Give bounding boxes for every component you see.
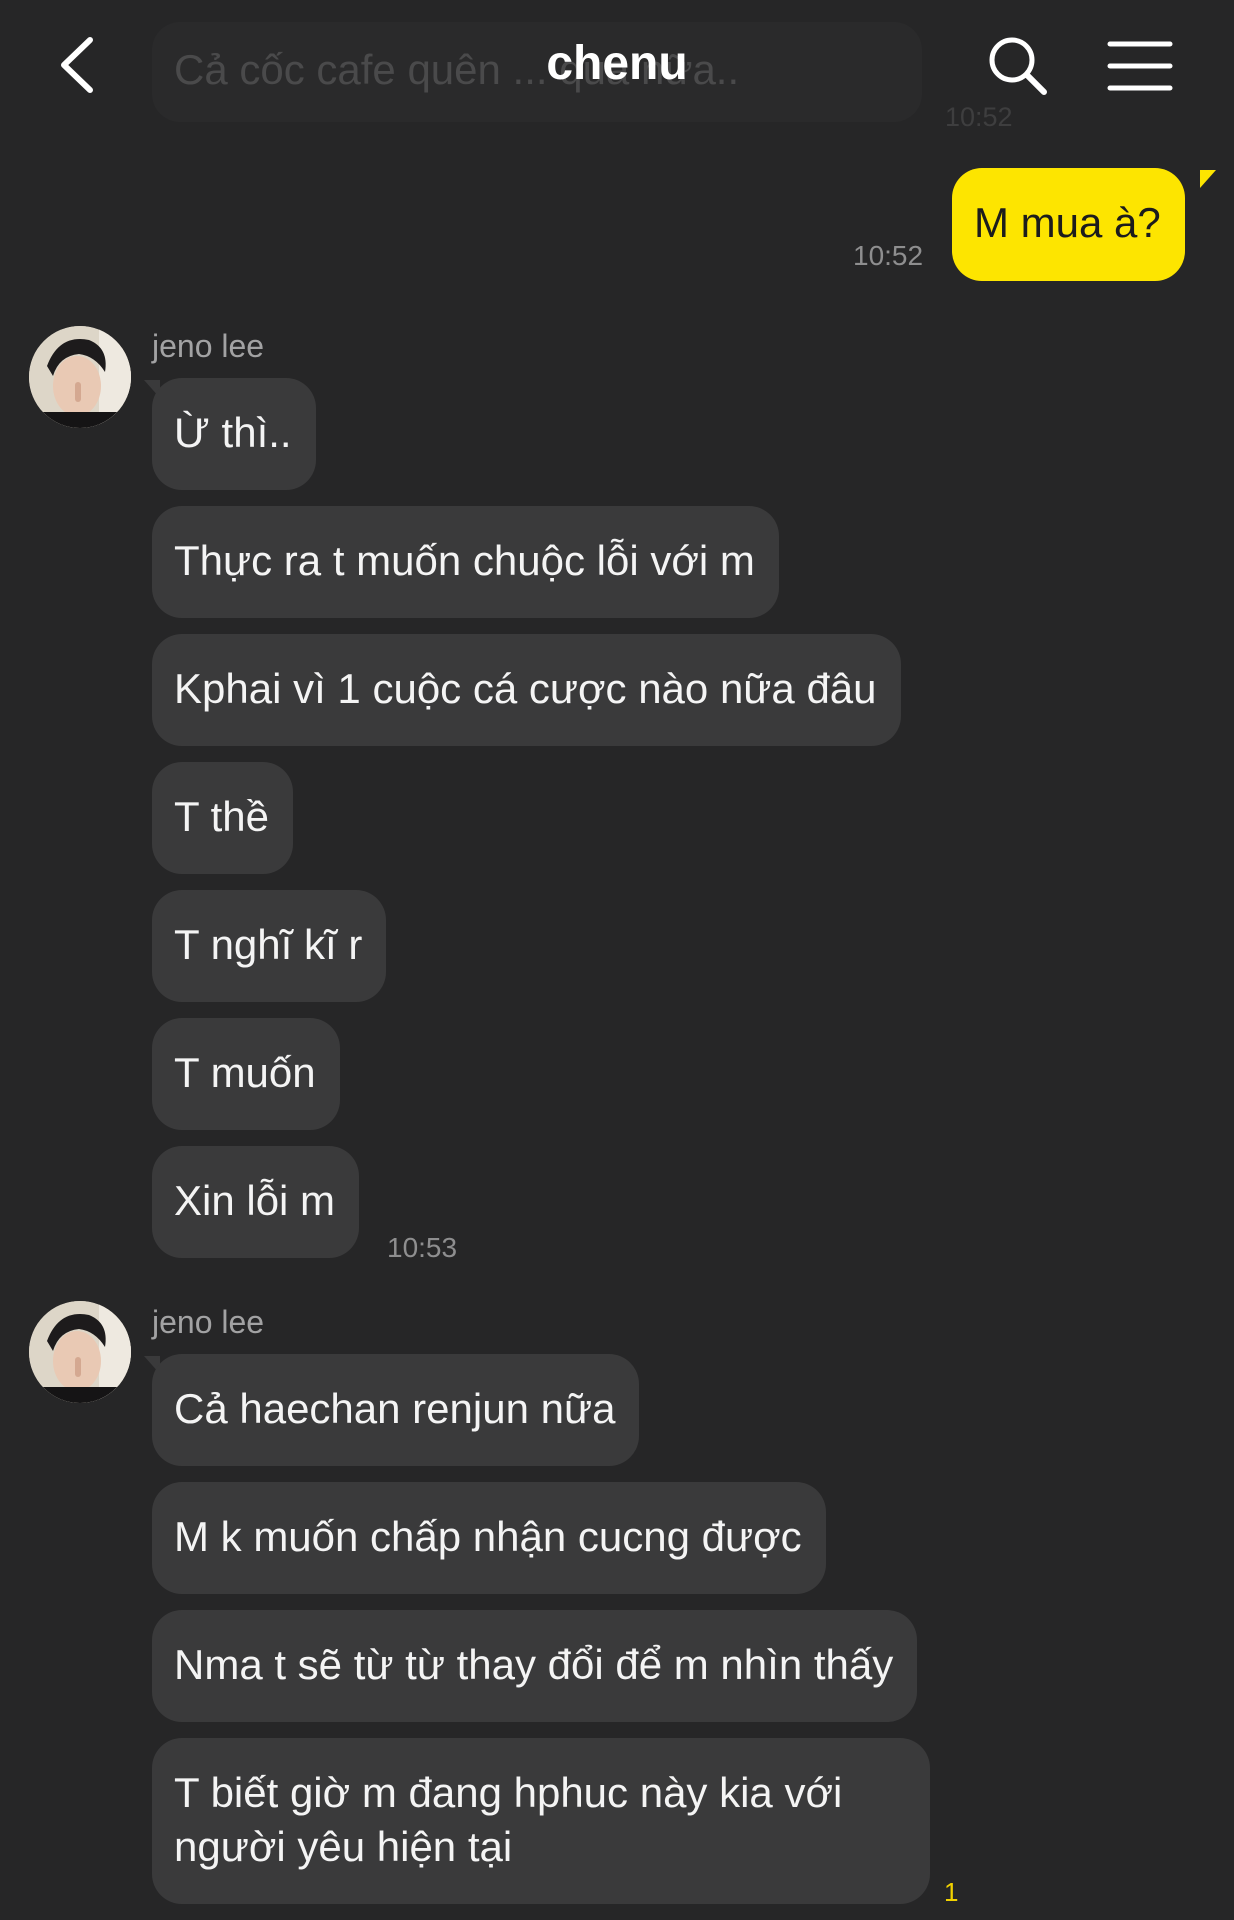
message-time: 10:53 [387,1232,458,1263]
incoming-message-bubble[interactable]: Kphai vì 1 cuộc cá cược nào nữa đâu [152,634,901,746]
profile-photo-icon [29,1301,131,1403]
incoming-message-bubble[interactable]: Cả haechan renjun nữa [152,1354,640,1466]
avatar[interactable] [29,326,131,428]
profile-photo-icon [29,326,131,428]
search-button[interactable] [982,30,1052,100]
incoming-message-bubble[interactable]: T nghĩ kĩ r [152,890,387,1002]
menu-button[interactable] [1100,30,1180,100]
incoming-message-bubble[interactable]: T biết giờ m đang hphuc này kia với ngườ… [152,1738,930,1904]
hamburger-menu-icon [1107,41,1173,91]
incoming-message-bubble[interactable]: Xin lỗi m [152,1146,360,1258]
incoming-message-bubble[interactable]: T thề [152,762,293,874]
avatar[interactable] [29,1301,131,1403]
ghost-message-time: 10:52 [945,102,1013,132]
outgoing-message-bubble[interactable]: M mua à? [952,168,1185,281]
incoming-message-bubble[interactable]: Thực ra t muốn chuộc lỗi với m [152,506,779,618]
incoming-message-bubble[interactable]: Ừ thì.. [152,378,316,490]
unread-count: 1 [944,1877,959,1907]
search-icon [989,37,1047,95]
sender-name: jeno lee [152,328,265,364]
message-time: 10:52 [853,240,924,271]
incoming-message-bubble[interactable]: Nma t sẽ từ từ thay đổi để m nhìn thấy [152,1610,918,1722]
chat-header: Cả cốc cafe quên ... qua nữa.. 10:52 che… [0,0,1234,132]
sender-name: jeno lee [152,1304,265,1340]
incoming-message-bubble[interactable]: M k muốn chấp nhận cucng được [152,1482,826,1594]
bubble-tail [1200,170,1216,188]
incoming-message-bubble[interactable]: T muốn [152,1018,340,1130]
